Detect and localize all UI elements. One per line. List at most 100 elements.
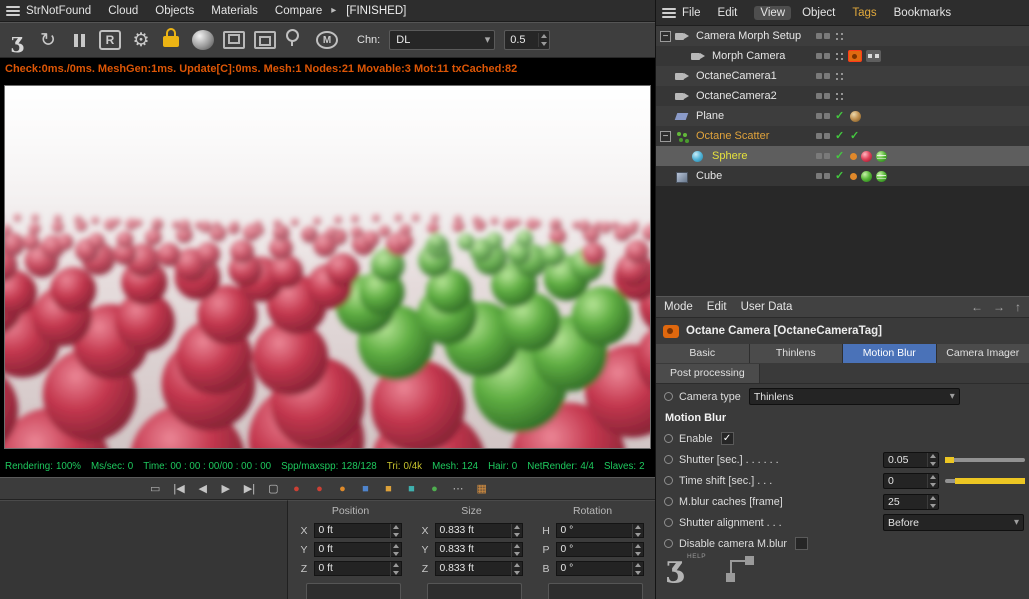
shutter-sec-input[interactable]: 0.05 — [883, 451, 939, 468]
check-tag-icon[interactable] — [835, 169, 846, 183]
stepper-icon[interactable] — [510, 523, 521, 538]
squares-tag-icon[interactable] — [816, 32, 831, 40]
channel-select[interactable]: DL — [389, 30, 496, 50]
record-icon[interactable]: ● — [291, 483, 301, 495]
camera-type-select[interactable]: Thinlens ▾ — [748, 388, 960, 405]
size-x-input[interactable]: 0.833 ft — [434, 523, 523, 538]
keyframe-circle-icon[interactable] — [664, 518, 673, 527]
stepper-icon[interactable] — [927, 494, 937, 509]
keyframe-circle-icon[interactable] — [664, 476, 673, 485]
palette-icon[interactable]: ▦ — [476, 482, 486, 495]
key-scale-icon[interactable]: ■ — [406, 483, 416, 495]
tree-item-cube[interactable]: Cube — [656, 166, 1029, 186]
ball-phong-tag-icon[interactable] — [876, 170, 887, 182]
keyframe-circle-icon[interactable] — [664, 455, 673, 464]
m-blur-caches-frame-input[interactable]: 25 — [883, 493, 939, 510]
cam-tag-tag-icon[interactable] — [848, 50, 862, 62]
coord-mode-select[interactable] — [427, 583, 522, 599]
keyframe-circle-icon[interactable] — [664, 497, 673, 506]
stepper-icon[interactable] — [631, 542, 642, 557]
dots-tag-icon[interactable] — [835, 52, 844, 61]
rotation-b-input[interactable]: 0 ° — [555, 561, 644, 576]
viewport-layout-icon[interactable] — [223, 31, 245, 49]
marker-icon[interactable]: ▭ — [150, 482, 160, 495]
om-menu-edit[interactable]: Edit — [718, 7, 738, 19]
menu-objects[interactable]: Objects — [155, 5, 194, 17]
render-viewport[interactable] — [0, 80, 655, 455]
am-menu-mode[interactable]: Mode — [664, 301, 693, 313]
region-render-button[interactable]: R — [99, 30, 121, 50]
viewport-layout2-icon[interactable] — [254, 31, 276, 49]
stepper-icon[interactable] — [389, 561, 400, 576]
ball-phong-tag-icon[interactable] — [876, 150, 887, 162]
stepper-icon[interactable] — [631, 523, 642, 538]
tree-item-morph-camera[interactable]: Morph Camera — [656, 46, 1029, 66]
dot-orange-tag-icon[interactable] — [850, 172, 857, 180]
menu-materials[interactable]: Materials — [211, 5, 258, 17]
coord-mode-select[interactable] — [306, 583, 401, 599]
goto-start-icon[interactable]: |◀ — [173, 482, 184, 495]
record-objects-icon[interactable]: ● — [314, 483, 324, 495]
object-manager-hamburger-icon[interactable] — [656, 0, 682, 25]
refresh-icon[interactable]: ↻ — [37, 27, 59, 53]
picker-pin-icon[interactable] — [285, 27, 307, 53]
check-tag-icon[interactable] — [835, 109, 846, 123]
loop-icon[interactable]: ▢ — [268, 482, 278, 495]
rotation-h-input[interactable]: 0 ° — [555, 523, 644, 538]
size-y-input[interactable]: 0.833 ft — [434, 542, 523, 557]
position-z-input[interactable]: 0 ft — [313, 561, 402, 576]
squares-tag-icon[interactable] — [816, 52, 831, 60]
tab-camera-imager[interactable]: Camera Imager — [936, 344, 1029, 363]
up-arrow-icon[interactable]: ↑ — [1015, 300, 1021, 314]
menu-cloud[interactable]: Cloud — [108, 5, 138, 17]
ball-red-tag-icon[interactable] — [861, 150, 872, 162]
hamburger-menu-icon[interactable] — [0, 0, 26, 21]
stepper-icon[interactable] — [927, 452, 937, 467]
squares-tag-icon[interactable] — [816, 112, 831, 120]
time-shift-sec-input[interactable]: 0 — [883, 472, 939, 489]
tree-item-octane-scatter[interactable]: − Octane Scatter — [656, 126, 1029, 146]
forward-arrow-icon[interactable]: → — [993, 300, 1005, 314]
ball-tan-tag-icon[interactable] — [850, 110, 861, 122]
morph-tag-tag-icon[interactable] — [866, 50, 881, 62]
enable-checkbox[interactable]: ✓ — [720, 432, 734, 445]
dots-tag-icon[interactable] — [835, 92, 844, 101]
tree-item-camera-morph-setup[interactable]: − Camera Morph Setup — [656, 26, 1029, 46]
settings-gear-icon[interactable]: ⚙ — [130, 27, 152, 53]
octane-logo-icon[interactable]: ʒ — [6, 27, 28, 53]
collapse-toggle-icon[interactable]: − — [660, 130, 671, 142]
material-ball-icon[interactable] — [192, 30, 214, 50]
dots-tag-icon[interactable] — [835, 72, 844, 81]
stepper-icon[interactable] — [631, 561, 642, 576]
menu-strnotfound[interactable]: StrNotFound — [26, 5, 91, 17]
keyframe-circle-icon[interactable] — [664, 434, 673, 443]
goto-end-icon[interactable]: ▶| — [244, 482, 255, 495]
om-menu-tags[interactable]: Tags — [852, 7, 876, 19]
squares-tag-icon[interactable] — [816, 172, 831, 180]
om-menu-object[interactable]: Object — [802, 7, 835, 19]
stepper-icon[interactable] — [389, 523, 400, 538]
am-menu-user-data[interactable]: User Data — [741, 301, 793, 313]
check-tag-icon[interactable] — [835, 149, 846, 163]
collapse-toggle-icon[interactable]: − — [660, 30, 671, 42]
node-graph-icon[interactable] — [726, 556, 756, 582]
rotation-p-input[interactable]: 0 ° — [555, 542, 644, 557]
coord-mode-select[interactable] — [548, 583, 643, 599]
disable-camera-m-blur-checkbox[interactable] — [795, 537, 809, 550]
tree-item-octanecamera2[interactable]: OctaneCamera2 — [656, 86, 1029, 106]
squares-tag-icon[interactable] — [816, 72, 831, 80]
keyframe-circle-icon[interactable] — [664, 539, 673, 548]
tree-item-octanecamera1[interactable]: OctaneCamera1 — [656, 66, 1029, 86]
shutter-alignment-select[interactable]: Before ▾ — [883, 514, 1024, 531]
material-mode-icon[interactable]: M — [316, 31, 338, 49]
lock-icon[interactable] — [161, 27, 183, 53]
stepper-icon[interactable] — [927, 473, 937, 488]
dot-orange-tag-icon[interactable] — [850, 152, 857, 160]
stepper-icon[interactable] — [538, 33, 548, 47]
tab-post-processing[interactable]: Post processing — [656, 364, 760, 383]
check-tag-icon[interactable] — [835, 129, 846, 143]
position-y-input[interactable]: 0 ft — [313, 542, 402, 557]
om-menu-file[interactable]: File — [682, 7, 701, 19]
dots-tag-icon[interactable] — [835, 32, 844, 41]
check-tag-icon[interactable] — [850, 129, 861, 143]
